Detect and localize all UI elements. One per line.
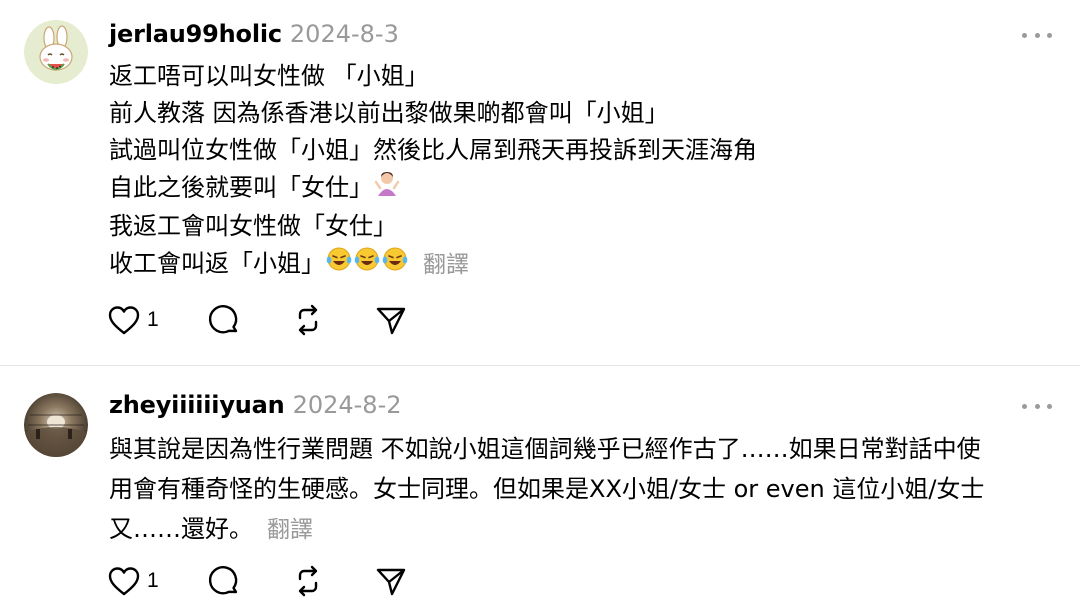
translate-link[interactable]: 翻譯 <box>423 252 469 278</box>
post-header: zheyiiiiiiyuan 2024-8-2 <box>109 388 402 422</box>
username-link[interactable]: zheyiiiiiiyuan <box>109 391 285 419</box>
dot-icon <box>1034 403 1040 409</box>
woman-shrugging-emoji-icon <box>373 169 401 208</box>
post-card: zheyiiiiiiyuan 2024-8-2 與其說是因為性行業問題 不如說小姐… <box>0 366 1080 614</box>
like-count: 1 <box>147 569 159 592</box>
send-icon <box>376 568 406 596</box>
comment-bubble-icon <box>208 566 238 595</box>
send-icon <box>376 307 406 335</box>
post-actions: 1 <box>107 563 407 599</box>
username-link[interactable]: jerlau99holic <box>109 20 282 48</box>
post-text-line: 又……還好。 <box>109 515 253 543</box>
heart-icon <box>108 306 140 335</box>
laughing-tears-emoji-icon <box>325 245 409 284</box>
more-options-button[interactable] <box>1022 396 1052 416</box>
dot-icon <box>1022 403 1027 409</box>
share-button[interactable] <box>375 302 407 338</box>
like-button[interactable]: 1 <box>107 302 207 338</box>
repost-icon <box>298 304 318 336</box>
post-text-line-wrap: 自此之後就要叫「女仕」 <box>109 169 1050 208</box>
post-text-line: 收工會叫返「小姐」 <box>109 249 325 278</box>
post-text-line-wrap: 收工會叫返「小姐」 翻譯 <box>109 245 1050 284</box>
comment-button[interactable] <box>207 302 291 338</box>
dot-icon <box>1034 32 1040 38</box>
post-text-line: 我返工會叫女性做「女仕」 <box>109 212 397 240</box>
post-header: jerlau99holic 2024-8-3 <box>109 17 399 51</box>
comment-button[interactable] <box>207 563 291 599</box>
photo-avatar-icon[interactable] <box>24 393 88 457</box>
post-date: 2024-8-3 <box>289 20 399 48</box>
post-card: jerlau99holic 2024-8-3 返工唔可以叫女性做 「小姐」 前人教… <box>0 0 1080 365</box>
translate-link[interactable]: 翻譯 <box>267 517 313 543</box>
post-text-line: 用會有種奇怪的生硬感。女士同理。但如果是XX小姐/女士 or even 這位小姐… <box>109 475 985 503</box>
dot-icon <box>1022 32 1027 38</box>
post-body: 與其說是因為性行業問題 不如說小姐這個詞幾乎已經作古了……如果日常對話中使 用會… <box>109 429 1050 550</box>
share-button[interactable] <box>375 563 407 599</box>
repost-button[interactable] <box>291 302 375 338</box>
repost-icon <box>298 565 318 597</box>
post-text-line: 與其說是因為性行業問題 不如說小姐這個詞幾乎已經作古了……如果日常對話中使 <box>109 435 981 463</box>
dot-icon <box>1047 403 1052 409</box>
post-text-line: 前人教落 因為係香港以前出黎做果啲都會叫「小姐」 <box>109 99 669 127</box>
post-body: 返工唔可以叫女性做 「小姐」 前人教落 因為係香港以前出黎做果啲都會叫「小姐」 … <box>109 58 1050 284</box>
like-count: 1 <box>147 308 159 331</box>
post-text-line-wrap: 又……還好。 翻譯 <box>109 509 1050 550</box>
post-text-line: 自此之後就要叫「女仕」 <box>109 173 373 202</box>
like-button[interactable]: 1 <box>107 563 207 599</box>
more-options-button[interactable] <box>1022 25 1052 45</box>
heart-icon <box>108 567 140 596</box>
dot-icon <box>1047 32 1052 38</box>
post-date: 2024-8-2 <box>292 391 402 419</box>
bunny-avatar-icon[interactable] <box>24 20 88 84</box>
post-text-line: 試過叫位女性做「小姐」然後比人屌到飛天再投訴到天涯海角 <box>109 136 757 164</box>
repost-button[interactable] <box>291 563 375 599</box>
post-text-line: 返工唔可以叫女性做 「小姐」 <box>109 62 429 90</box>
post-actions: 1 <box>107 302 407 338</box>
comment-bubble-icon <box>208 305 238 334</box>
